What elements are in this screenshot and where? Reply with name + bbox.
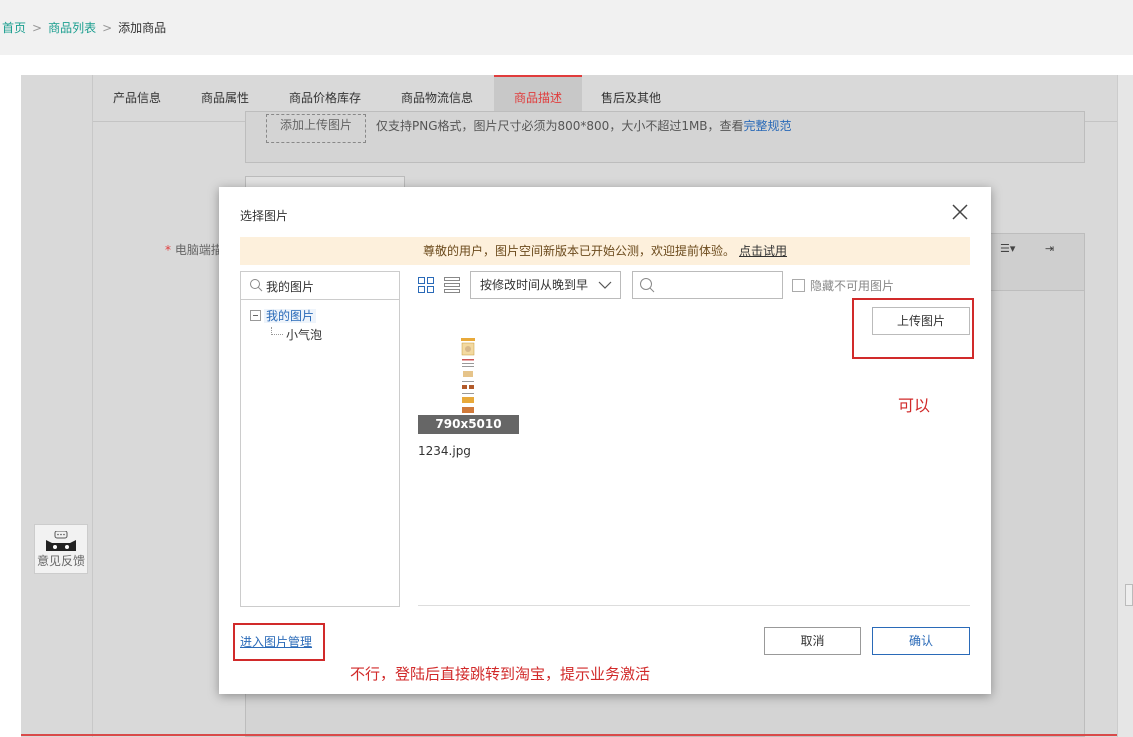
- select-image-dialog: 选择图片 尊敬的用户，图片空间新版本已开始公测，欢迎提前体验。 点击试用 我的图片…: [219, 187, 991, 694]
- confirm-button[interactable]: 确认: [872, 627, 970, 655]
- annotation-bad-note: 不行，登陆后直接跳转到淘宝，提示业务激活: [350, 665, 651, 683]
- image-thumbnail[interactable]: 790x5010: [418, 325, 519, 435]
- hide-unavailable-checkbox[interactable]: 隐藏不可用图片: [792, 277, 894, 294]
- try-beta-link[interactable]: 点击试用: [739, 244, 787, 258]
- pc-description-label-text: 电脑端描: [174, 243, 223, 257]
- annotation-box-manage: [233, 623, 325, 661]
- thumbnail-image: [460, 337, 476, 415]
- grid-view-icon[interactable]: [418, 277, 434, 293]
- breadcrumb-bar: 首页 > 商品列表 > 添加商品: [0, 0, 1133, 55]
- search-icon: [640, 278, 655, 293]
- breadcrumb-current: 添加商品: [118, 21, 167, 35]
- required-mark: *: [165, 243, 171, 257]
- tab-product-info[interactable]: 产品信息: [101, 75, 173, 121]
- breadcrumb-separator: >: [102, 21, 113, 35]
- chevron-down-icon: [598, 281, 612, 289]
- collapse-toggle-icon[interactable]: [250, 310, 261, 321]
- hide-unavailable-label: 隐藏不可用图片: [810, 279, 895, 293]
- sort-order-select[interactable]: 按修改时间从晚到早: [470, 271, 621, 299]
- dialog-title: 选择图片: [240, 209, 289, 223]
- folder-search-value: 我的图片: [266, 280, 315, 294]
- image-filename: 1234.jpg: [418, 444, 471, 458]
- image-search-input[interactable]: [632, 271, 783, 299]
- editor-toolbar: ☰▾ ⇥: [990, 234, 1084, 291]
- ordered-list-icon[interactable]: ☰▾: [1000, 242, 1015, 255]
- breadcrumb-separator: >: [32, 21, 43, 35]
- breadcrumb-list-link[interactable]: 商品列表: [48, 21, 96, 35]
- tree-item-bubble[interactable]: 小气泡: [271, 326, 322, 343]
- cancel-button[interactable]: 取消: [764, 627, 861, 655]
- left-column: [21, 75, 93, 737]
- close-icon[interactable]: [949, 201, 971, 223]
- beta-notice-banner: 尊敬的用户，图片空间新版本已开始公测，欢迎提前体验。 点击试用: [240, 237, 970, 265]
- search-icon: [250, 279, 263, 292]
- bottom-divider: [21, 734, 1117, 736]
- breadcrumb-home-link[interactable]: 首页: [2, 21, 26, 35]
- list-view-icon[interactable]: [444, 277, 460, 293]
- full-spec-link[interactable]: 完整规范: [744, 119, 792, 133]
- scrollbar-handle[interactable]: [1125, 584, 1133, 606]
- upload-requirements-note: 仅支持PNG格式，图片尺寸必须为800*800，大小不超过1MB，查看完整规范: [376, 117, 792, 134]
- upload-note-text: 仅支持PNG格式，图片尺寸必须为800*800，大小不超过1MB，查看: [376, 119, 744, 133]
- checkbox-box[interactable]: [792, 279, 805, 292]
- pc-description-label: * 电脑端描: [165, 241, 223, 258]
- breadcrumb: 首页 > 商品列表 > 添加商品: [2, 19, 166, 36]
- feedback-label: 意见反馈: [36, 554, 85, 568]
- annotation-ok-note: 可以: [898, 396, 931, 415]
- tmall-cat-icon: [46, 531, 76, 551]
- folder-search-input[interactable]: 我的图片: [241, 272, 399, 300]
- image-dimensions-label: 790x5010: [418, 415, 519, 434]
- right-strip: [1117, 75, 1133, 737]
- indent-icon[interactable]: ⇥: [1045, 242, 1054, 255]
- tree-item-my-images[interactable]: 我的图片: [250, 307, 317, 324]
- dialog-divider: [418, 605, 970, 606]
- tree-connector: [271, 327, 283, 335]
- beta-notice-text: 尊敬的用户，图片空间新版本已开始公测，欢迎提前体验。: [422, 244, 735, 258]
- add-upload-image-button[interactable]: 添加上传图片: [266, 114, 366, 143]
- tree-item-label: 小气泡: [286, 328, 323, 342]
- feedback-widget[interactable]: 意见反馈: [34, 524, 88, 574]
- sort-order-value: 按修改时间从晚到早: [480, 278, 589, 292]
- folder-tree-panel: 我的图片 我的图片 小气泡: [240, 271, 400, 607]
- page-margin: [0, 55, 21, 737]
- tree-item-label: 我的图片: [264, 309, 317, 323]
- annotation-box-upload: [852, 298, 974, 359]
